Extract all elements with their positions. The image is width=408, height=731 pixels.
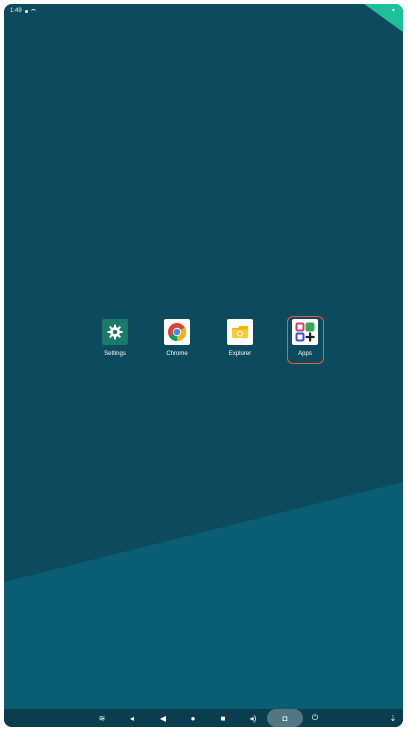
desktop-icon-apps[interactable]: Apps: [277, 316, 333, 364]
navigation-bar: ≋ ◂ ◀ ● ■ ◂) ◘ ⏻ ⇣: [4, 709, 403, 727]
wallpaper: [4, 4, 403, 727]
desktop-icon-label: Settings: [104, 351, 126, 357]
wifi-icon: [30, 8, 36, 14]
menu-icon[interactable]: ≋: [96, 712, 108, 724]
desktop-icon-label: Chrome: [166, 351, 188, 357]
apps-grid-icon: [292, 319, 318, 345]
desktop-icon-chrome[interactable]: Chrome: [149, 316, 205, 364]
folder-icon: [227, 319, 253, 345]
chrome-icon: [164, 319, 190, 345]
home-icon[interactable]: ●: [187, 712, 199, 724]
gear-icon: [102, 319, 128, 345]
power-icon[interactable]: ⏻: [309, 712, 321, 724]
desktop-icon-settings[interactable]: Settings: [87, 316, 143, 364]
clock: 1:49: [10, 8, 22, 14]
notification-dot-icon: [24, 9, 28, 13]
desktop-icon-label: Explorer: [228, 351, 252, 357]
battery-icon: ▾: [391, 8, 395, 14]
screenshot-icon[interactable]: ◘: [279, 712, 291, 724]
desktop-icon-explorer[interactable]: Explorer: [212, 316, 268, 364]
volume-down-icon[interactable]: ◂: [126, 712, 138, 724]
back-icon[interactable]: ◀: [157, 712, 169, 724]
volume-up-icon[interactable]: ◂): [247, 712, 259, 724]
tablet-screen: 1:49 ▾ Settings Chrome Explorer Apps ≋ ◂…: [4, 4, 403, 727]
recents-icon[interactable]: ■: [217, 712, 229, 724]
keyboard-icon[interactable]: ⇣: [387, 712, 399, 724]
status-bar: 1:49 ▾: [4, 4, 403, 18]
desktop-icon-label: Apps: [298, 351, 312, 357]
